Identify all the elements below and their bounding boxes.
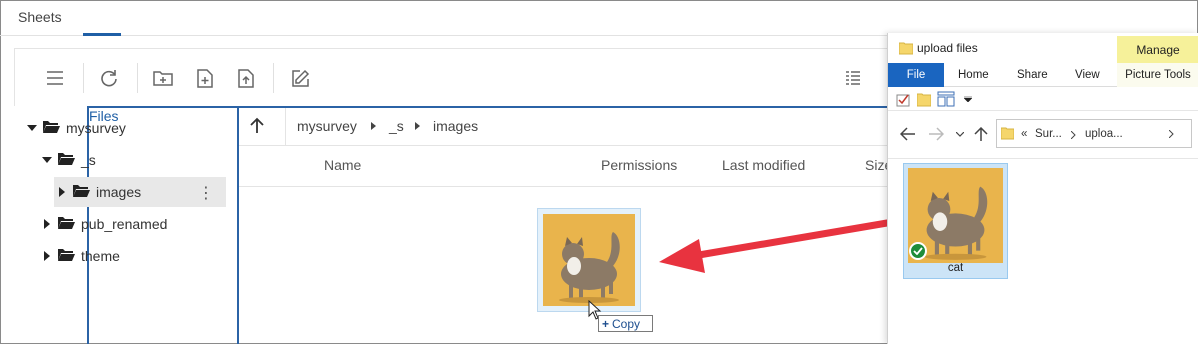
address-bar-row: « Sur... uploa... — [888, 111, 1198, 159]
properties-icon[interactable] — [896, 93, 910, 107]
copy-tooltip: + Copy — [598, 315, 653, 332]
active-tab-indicator — [83, 33, 121, 36]
top-tabs: Sheets Files — [0, 0, 1196, 344]
details-view-icon[interactable] — [843, 68, 863, 88]
folder-open-icon — [42, 120, 60, 137]
tab-sheets[interactable]: Sheets — [18, 9, 62, 25]
cat-image — [543, 214, 635, 306]
ribbon-tab-file[interactable]: File — [888, 63, 944, 87]
ribbon-tab-share[interactable]: Share — [1017, 69, 1048, 81]
tree-item-s[interactable]: _s — [39, 145, 224, 175]
rename-icon[interactable] — [937, 91, 955, 107]
folder-open-icon — [57, 216, 75, 233]
address-input[interactable]: « Sur... uploa... — [996, 119, 1192, 148]
address-segment[interactable]: Sur... — [1035, 128, 1062, 140]
folder-tree: mysurvey _s images ⋮ pub_renamed theme — [14, 106, 238, 344]
up-arrow-icon[interactable] — [974, 126, 988, 142]
refresh-icon[interactable] — [99, 68, 119, 88]
explorer-file-item[interactable]: cat — [903, 163, 1008, 279]
tree-item-theme[interactable]: theme — [39, 241, 224, 271]
column-last-modified[interactable]: Last modified — [722, 157, 805, 173]
breadcrumb-arrow-icon — [415, 122, 420, 130]
folder-open-icon — [57, 248, 75, 265]
recent-locations-icon[interactable] — [956, 132, 964, 137]
folder-open-icon — [72, 184, 90, 201]
customize-dropdown-icon[interactable] — [964, 96, 972, 102]
forward-icon[interactable] — [928, 127, 944, 141]
address-segment[interactable]: uploa... — [1085, 128, 1123, 140]
ribbon-tab-home[interactable]: Home — [958, 69, 989, 81]
dragged-image-thumbnail — [537, 208, 641, 312]
copy-label: Copy — [612, 316, 641, 331]
caret-right-icon[interactable] — [39, 251, 55, 261]
quick-access-toolbar — [888, 87, 1198, 111]
column-permissions[interactable]: Permissions — [601, 157, 677, 173]
tree-item-label: mysurvey — [66, 120, 126, 136]
breadcrumb: mysurvey _s images — [239, 108, 897, 146]
menu-icon[interactable] — [45, 68, 65, 88]
tree-item-mysurvey[interactable]: mysurvey — [24, 113, 224, 143]
toolbar-divider — [273, 63, 274, 93]
breadcrumb-item-current[interactable]: images — [433, 118, 478, 134]
new-folder-icon[interactable] — [917, 92, 931, 107]
file-name-label: cat — [947, 262, 964, 274]
toolbar-divider — [83, 63, 84, 93]
caret-down-icon[interactable] — [24, 125, 40, 131]
up-arrow-icon[interactable] — [249, 117, 265, 139]
tree-item-label: _s — [81, 152, 96, 168]
explorer-ribbon: File Home Share View Picture Tools — [888, 63, 1198, 87]
tree-item-images[interactable]: images ⋮ — [54, 177, 226, 207]
folder-icon — [1001, 127, 1014, 140]
tree-item-label: images — [96, 184, 142, 200]
tree-item-label: pub_renamed — [81, 216, 168, 232]
breadcrumb-divider — [285, 108, 286, 146]
caret-right-icon[interactable] — [54, 187, 70, 197]
column-header: Name Permissions Last modified Size — [239, 146, 897, 187]
edit-icon[interactable] — [290, 68, 310, 88]
breadcrumb-item[interactable]: mysurvey — [297, 118, 357, 134]
breadcrumb-arrow-icon — [371, 122, 376, 130]
folder-open-icon — [57, 152, 75, 169]
sync-check-icon — [909, 242, 927, 260]
new-file-icon[interactable] — [195, 68, 215, 88]
chevron-right-icon[interactable] — [1169, 130, 1174, 138]
plus-icon: + — [602, 316, 610, 331]
explorer-title-bar: upload files Manage — [888, 33, 1198, 63]
drag-direction-arrow — [659, 219, 891, 273]
ribbon-tab-view[interactable]: View — [1075, 69, 1100, 81]
column-name[interactable]: Name — [324, 157, 361, 173]
tree-item-label: theme — [81, 248, 120, 264]
chevron-right-icon — [1071, 131, 1076, 139]
file-explorer-window: upload files Manage File Home Share View… — [887, 33, 1198, 344]
more-options-icon[interactable]: ⋮ — [198, 183, 214, 203]
upload-icon[interactable] — [236, 68, 256, 88]
manage-tab[interactable]: Manage — [1117, 36, 1198, 63]
tree-item-pub-renamed[interactable]: pub_renamed — [39, 209, 224, 239]
back-icon[interactable] — [900, 127, 916, 141]
folder-icon — [899, 42, 913, 55]
ribbon-tab-picture-tools[interactable]: Picture Tools — [1117, 63, 1198, 87]
caret-down-icon[interactable] — [39, 157, 55, 163]
address-prefix: « — [1021, 128, 1028, 140]
toolbar-divider — [137, 63, 138, 93]
breadcrumb-item[interactable]: _s — [389, 118, 404, 134]
caret-right-icon[interactable] — [39, 219, 55, 229]
file-toolbar — [14, 48, 888, 106]
new-folder-icon[interactable] — [153, 68, 173, 88]
explorer-title: upload files — [917, 41, 978, 55]
